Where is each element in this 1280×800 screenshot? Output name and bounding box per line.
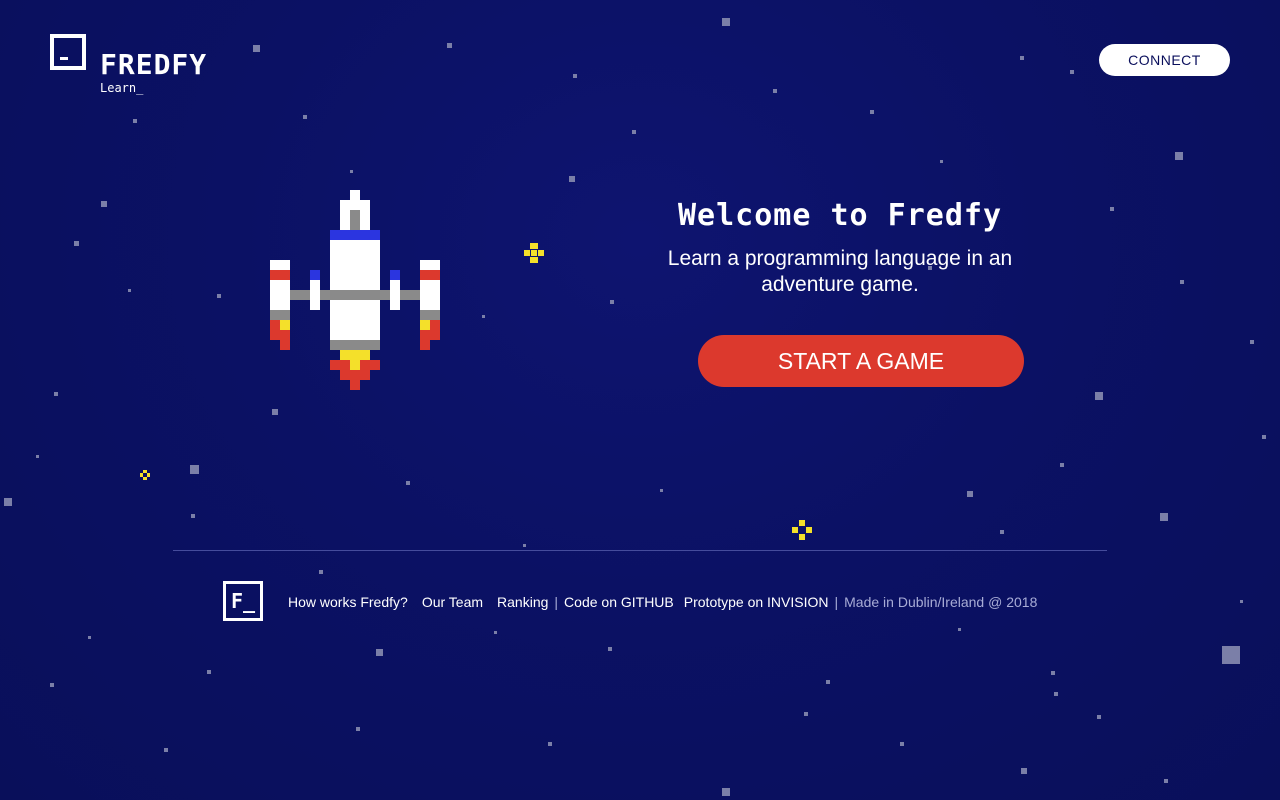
star-dot bbox=[253, 45, 260, 52]
start-game-button[interactable]: START A GAME bbox=[698, 335, 1024, 387]
star-dot bbox=[548, 742, 552, 746]
star-dot bbox=[494, 631, 497, 634]
star-dot bbox=[1110, 207, 1114, 211]
star-dot bbox=[191, 514, 195, 518]
star-dot bbox=[569, 176, 575, 182]
star-dot bbox=[319, 570, 323, 574]
star-dot bbox=[1054, 692, 1058, 696]
sparkle-icon bbox=[140, 470, 150, 480]
logo-wordmark: FREDFY bbox=[100, 48, 208, 81]
star-dot bbox=[958, 628, 961, 631]
star-dot bbox=[217, 294, 221, 298]
footer-logo-icon[interactable]: F_ bbox=[223, 581, 263, 621]
star-dot bbox=[1097, 715, 1101, 719]
star-dot bbox=[1180, 280, 1184, 284]
star-dot bbox=[900, 742, 904, 746]
star-dot bbox=[1051, 671, 1055, 675]
sparkle-icon bbox=[524, 243, 544, 263]
footer-link-how-works[interactable]: How works Fredfy? bbox=[288, 593, 408, 611]
star-dot bbox=[722, 788, 730, 796]
star-dot bbox=[967, 491, 973, 497]
fredfy-logo[interactable]: FREDFY Learn_ bbox=[50, 34, 240, 96]
star-dot bbox=[50, 683, 54, 687]
star-dot bbox=[303, 115, 307, 119]
star-dot bbox=[523, 544, 526, 547]
star-dot bbox=[826, 680, 830, 684]
star-dot bbox=[608, 647, 612, 651]
star-dot bbox=[4, 498, 12, 506]
footer-separator: | bbox=[834, 594, 839, 610]
star-dot bbox=[482, 315, 485, 318]
star-dot bbox=[1240, 600, 1243, 603]
star-dot bbox=[207, 670, 211, 674]
star-dot bbox=[1095, 392, 1103, 400]
star-dot bbox=[376, 649, 383, 656]
footer-separator: | bbox=[554, 594, 559, 610]
star-dot bbox=[272, 409, 278, 415]
star-dot bbox=[1164, 779, 1168, 783]
star-dot bbox=[1222, 646, 1240, 664]
footer-link-github[interactable]: Code on GITHUB bbox=[564, 593, 674, 611]
star-dot bbox=[54, 392, 58, 396]
footer-link-our-team[interactable]: Our Team bbox=[422, 593, 483, 611]
star-dot bbox=[1060, 463, 1064, 467]
sparkle-icon bbox=[792, 520, 812, 540]
star-dot bbox=[1175, 152, 1183, 160]
star-dot bbox=[610, 300, 614, 304]
star-dot bbox=[88, 636, 91, 639]
footer-divider bbox=[173, 550, 1107, 551]
star-dot bbox=[350, 170, 353, 173]
star-dot bbox=[406, 481, 410, 485]
connect-button[interactable]: CONNECT bbox=[1099, 44, 1230, 76]
star-dot bbox=[773, 89, 777, 93]
footer-nav: How works Fredfy? Our Team Ranking | Cod… bbox=[288, 593, 1037, 611]
hero-title: Welcome to Fredfy bbox=[677, 198, 1003, 233]
star-dot bbox=[1070, 70, 1074, 74]
star-dot bbox=[870, 110, 874, 114]
star-dot bbox=[128, 289, 131, 292]
star-dot bbox=[940, 160, 943, 163]
footer-link-invision[interactable]: Prototype on INVISION bbox=[684, 593, 829, 611]
hero-subtitle: Learn a programming language in an adven… bbox=[667, 247, 1013, 296]
star-dot bbox=[804, 712, 808, 716]
star-dot bbox=[356, 727, 360, 731]
star-dot bbox=[660, 489, 663, 492]
logo-tagline: Learn_ bbox=[100, 81, 144, 95]
star-dot bbox=[1160, 513, 1168, 521]
star-dot bbox=[1021, 768, 1027, 774]
star-dot bbox=[1020, 56, 1024, 60]
star-dot bbox=[101, 201, 107, 207]
star-dot bbox=[36, 455, 39, 458]
star-dot bbox=[133, 119, 137, 123]
star-dot bbox=[1250, 340, 1254, 344]
star-dot bbox=[164, 748, 168, 752]
star-dot bbox=[632, 130, 636, 134]
footer-link-ranking[interactable]: Ranking bbox=[497, 593, 548, 611]
logo-box-icon bbox=[50, 34, 86, 70]
star-dot bbox=[722, 18, 730, 26]
star-dot bbox=[573, 74, 577, 78]
star-dot bbox=[1262, 435, 1266, 439]
star-dot bbox=[1000, 530, 1004, 534]
pixel-spaceship-icon bbox=[270, 190, 440, 390]
star-dot bbox=[447, 43, 452, 48]
footer-credit: Made in Dublin/Ireland @ 2018 bbox=[844, 594, 1038, 610]
starfield-background bbox=[0, 0, 1280, 800]
star-dot bbox=[74, 241, 79, 246]
star-dot bbox=[190, 465, 199, 474]
